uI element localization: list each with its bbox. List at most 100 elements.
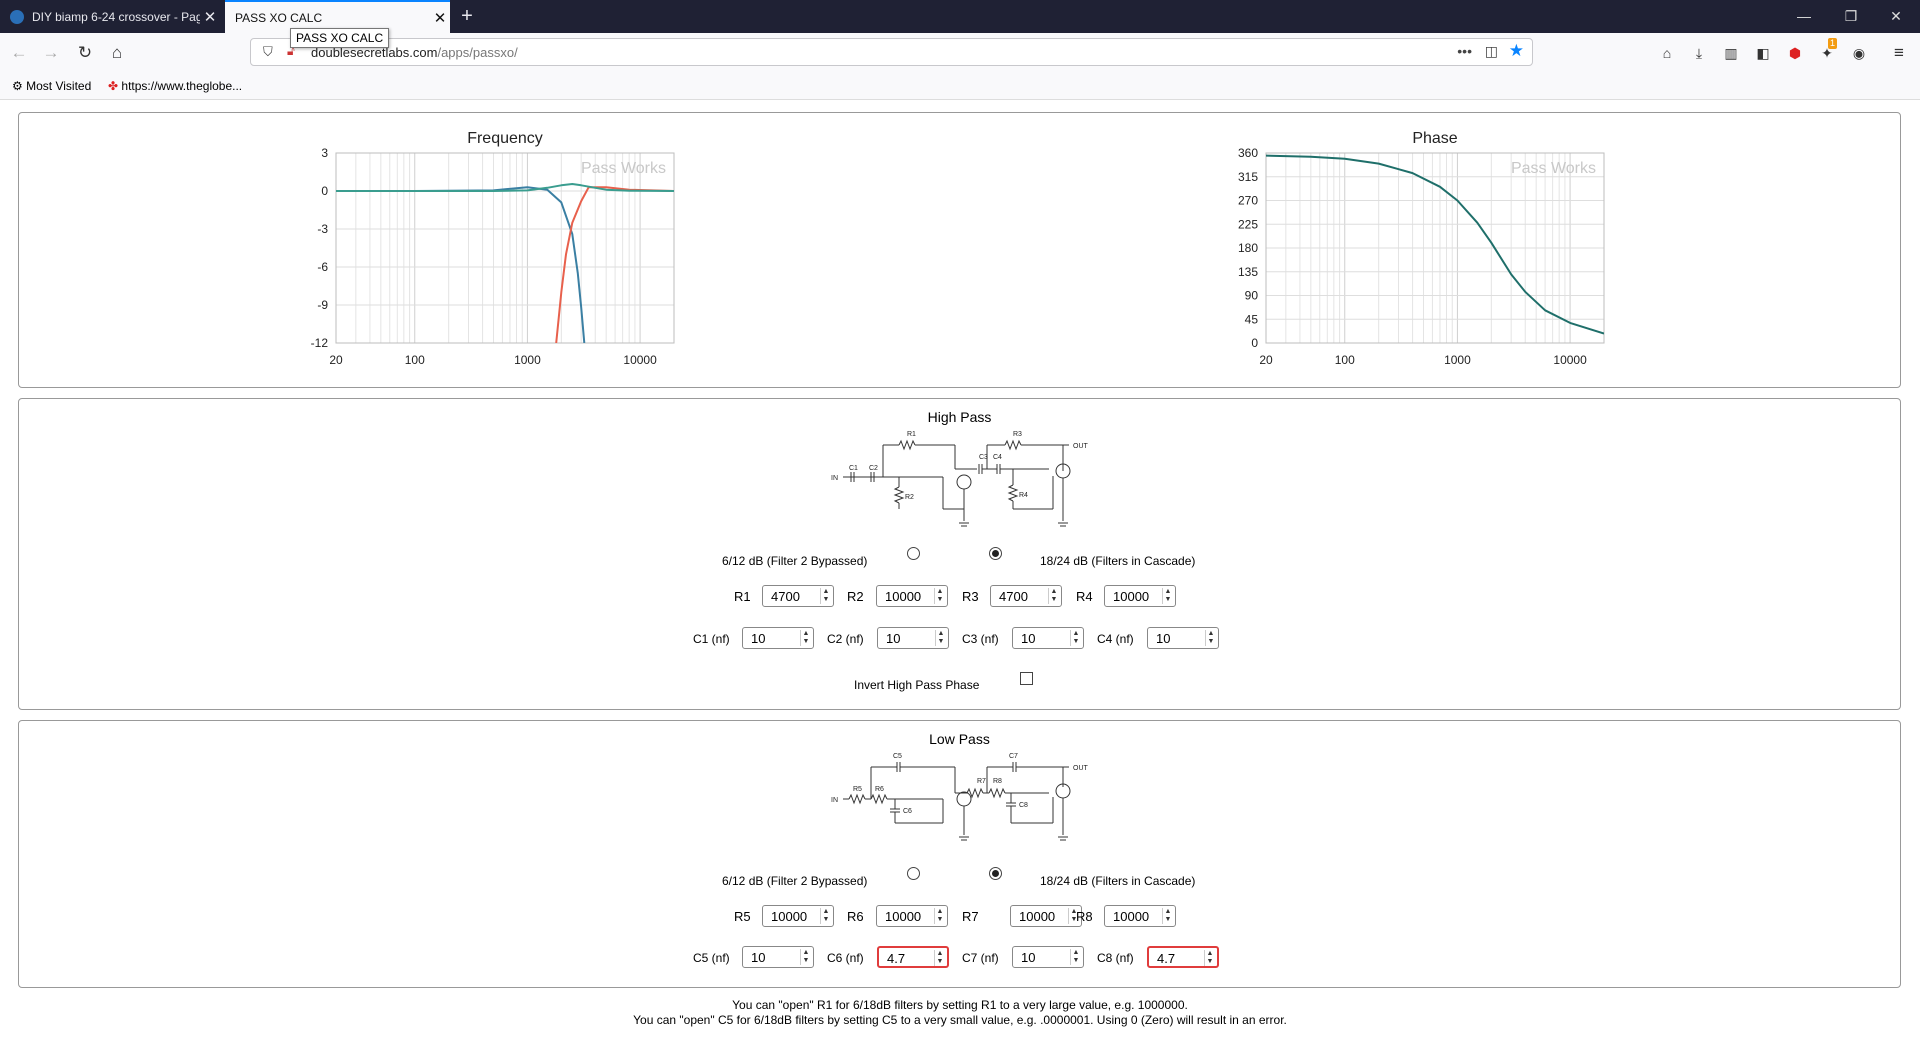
tab-tooltip: PASS XO CALC xyxy=(290,28,390,48)
reload-button[interactable]: ↻ xyxy=(72,41,98,65)
schematic-label: C4 xyxy=(993,454,1002,461)
reading-list-icon[interactable]: ⌂ xyxy=(1656,42,1678,64)
y-tick-label: 3 xyxy=(321,146,328,160)
schematic-label: R1 xyxy=(907,431,916,438)
schematic-label: C8 xyxy=(1019,802,1028,809)
library-icon[interactable]: ▥ xyxy=(1720,42,1742,64)
gear-icon: ⚙ xyxy=(12,79,23,93)
spinner-icon[interactable]: ▲ ▼ xyxy=(1070,949,1081,965)
tab-diy-biamp[interactable]: DIY biamp 6-24 crossover - Pag ✕ xyxy=(0,0,220,33)
lp-mode-b-radio[interactable] xyxy=(989,867,1002,880)
c7-label: C7 (nf) xyxy=(962,951,999,965)
spinner-icon[interactable]: ▲ ▼ xyxy=(1162,588,1173,604)
back-button[interactable]: ← xyxy=(6,41,32,65)
c7-value: 10 xyxy=(1021,950,1036,965)
bookmark-most-visited[interactable]: ⚙ Most Visited xyxy=(12,79,91,93)
bookmark-star-icon[interactable]: ★ xyxy=(1509,41,1524,61)
r4-label: R4 xyxy=(1076,589,1093,604)
r2-label: R2 xyxy=(847,589,864,604)
spinner-icon[interactable]: ▲ ▼ xyxy=(934,588,945,604)
spinner-icon[interactable]: ▲ ▼ xyxy=(800,630,811,646)
close-tab-icon[interactable]: ✕ xyxy=(430,9,450,27)
spinner-icon[interactable]: ▲ ▼ xyxy=(934,950,945,966)
maple-leaf-icon: ✤ xyxy=(108,79,119,93)
low-pass-schematic: C5 C7 OUT R7 R8 R5 R6 IN C6 C8 xyxy=(831,753,1089,841)
extension-icon[interactable]: ✦ 1 xyxy=(1816,38,1838,64)
r7-input[interactable]: 10000 ▲ ▼ xyxy=(1010,905,1082,927)
r8-input[interactable]: 10000 ▲ ▼ xyxy=(1104,905,1176,927)
downloads-icon[interactable]: ⤓ xyxy=(1688,42,1710,64)
r5-input[interactable]: 10000 ▲ ▼ xyxy=(762,905,834,927)
spinner-icon[interactable]: ▲ ▼ xyxy=(1070,630,1081,646)
bookmark-label: https://www.theglobe... xyxy=(121,79,243,93)
page-actions-icon[interactable]: ••• xyxy=(1457,43,1472,59)
c6-input[interactable]: 4.7 ▲ ▼ xyxy=(877,946,949,968)
account-icon[interactable]: ◉ xyxy=(1848,42,1870,64)
spinner-icon[interactable]: ▲ ▼ xyxy=(1205,630,1216,646)
forward-button[interactable]: → xyxy=(38,41,64,65)
spinner-icon[interactable]: ▲ ▼ xyxy=(1048,588,1059,604)
spinner-icon[interactable]: ▲ ▼ xyxy=(820,908,831,924)
y-tick-label: 360 xyxy=(1238,146,1258,160)
c5-value: 10 xyxy=(751,950,766,965)
note-r1: You can "open" R1 for 6/18dB filters by … xyxy=(732,998,1188,1012)
bookmark-theglobe[interactable]: ✤ https://www.theglobe... xyxy=(108,79,242,93)
schematic-label: OUT xyxy=(1073,443,1089,450)
navigation-toolbar: ← → ↻ ⌂ ⛉ 🔓︎ doublesecretlabs.com/apps/p… xyxy=(0,33,1920,73)
new-tab-button[interactable]: + xyxy=(455,4,479,28)
c3-input[interactable]: 10 ▲ ▼ xyxy=(1012,627,1084,649)
spinner-icon[interactable]: ▲ ▼ xyxy=(800,949,811,965)
spinner-icon[interactable]: ▲ ▼ xyxy=(820,588,831,604)
hp-mode-a-radio[interactable] xyxy=(907,547,920,560)
y-tick-label: 315 xyxy=(1238,170,1258,184)
menu-icon[interactable]: ≡ xyxy=(1888,42,1910,64)
r6-input[interactable]: 10000 ▲ ▼ xyxy=(876,905,948,927)
r4-input[interactable]: 10000 ▲ ▼ xyxy=(1104,585,1176,607)
tab-title: DIY biamp 6-24 crossover - Pag xyxy=(32,9,200,24)
high-pass-schematic: R1 R3 OUT C3 C4 C1 C2 IN R2 R4 xyxy=(831,431,1089,527)
spinner-icon[interactable]: ▲ ▼ xyxy=(934,908,945,924)
c4-input[interactable]: 10 ▲ ▼ xyxy=(1147,627,1219,649)
spinner-icon[interactable]: ▲ ▼ xyxy=(1162,908,1173,924)
tracking-shield-icon[interactable]: ⛉ xyxy=(263,44,273,60)
c2-value: 10 xyxy=(886,631,901,646)
r3-value: 4700 xyxy=(999,589,1028,604)
home-button[interactable]: ⌂ xyxy=(104,41,130,65)
c2-input[interactable]: 10 ▲ ▼ xyxy=(877,627,949,649)
invert-phase-checkbox[interactable] xyxy=(1020,672,1033,685)
ublock-icon[interactable]: ⬢ xyxy=(1784,42,1806,64)
lp-mode-a-radio[interactable] xyxy=(907,867,920,880)
r1-label: R1 xyxy=(734,589,751,604)
schematic-label: OUT xyxy=(1073,765,1089,772)
close-window-icon[interactable]: ✕ xyxy=(1876,5,1916,27)
r2-input[interactable]: 10000 ▲ ▼ xyxy=(876,585,948,607)
spinner-icon[interactable]: ▲ ▼ xyxy=(935,630,946,646)
close-tab-icon[interactable]: ✕ xyxy=(200,8,220,26)
y-tick-label: 0 xyxy=(1251,336,1258,350)
y-tick-label: 90 xyxy=(1245,289,1259,303)
spinner-icon[interactable]: ▲ ▼ xyxy=(1204,950,1215,966)
low-pass-panel: Low Pass C5 C7 OUT R7 R8 R5 R6 IN C6 C8 … xyxy=(18,720,1901,988)
c8-input[interactable]: 4.7 ▲ ▼ xyxy=(1147,946,1219,968)
r3-input[interactable]: 4700 ▲ ▼ xyxy=(990,585,1062,607)
url-bar[interactable]: ⛉ 🔓︎ doublesecretlabs.com/apps/passxo/ •… xyxy=(250,38,1533,66)
sidebar-icon[interactable]: ◧ xyxy=(1752,42,1774,64)
bookmarks-toolbar: ⚙ Most Visited ✤ https://www.theglobe... xyxy=(0,73,1920,100)
c1-input[interactable]: 10 ▲ ▼ xyxy=(742,627,814,649)
c5-input[interactable]: 10 ▲ ▼ xyxy=(742,946,814,968)
c7-input[interactable]: 10 ▲ ▼ xyxy=(1012,946,1084,968)
x-tick-label: 100 xyxy=(405,353,425,367)
hp-mode-b-radio[interactable] xyxy=(989,547,1002,560)
restore-window-icon[interactable]: ❐ xyxy=(1831,5,1871,27)
r7-label: R7 xyxy=(962,909,979,924)
minimize-window-icon[interactable]: — xyxy=(1784,5,1824,27)
y-tick-label: 180 xyxy=(1238,241,1258,255)
c4-value: 10 xyxy=(1156,631,1171,646)
schematic-label: R8 xyxy=(993,778,1002,785)
schematic-label: R6 xyxy=(875,786,884,793)
y-tick-label: 0 xyxy=(321,184,328,198)
charts-canvas: Frequency30-3-6-9-1220 100 1000 10000Pass W… xyxy=(311,130,1605,367)
r1-input[interactable]: 4700 ▲ ▼ xyxy=(762,585,834,607)
lp-mode-a-label: 6/12 dB (Filter 2 Bypassed) xyxy=(722,874,868,888)
pocket-icon[interactable]: ◫ xyxy=(1485,43,1498,60)
